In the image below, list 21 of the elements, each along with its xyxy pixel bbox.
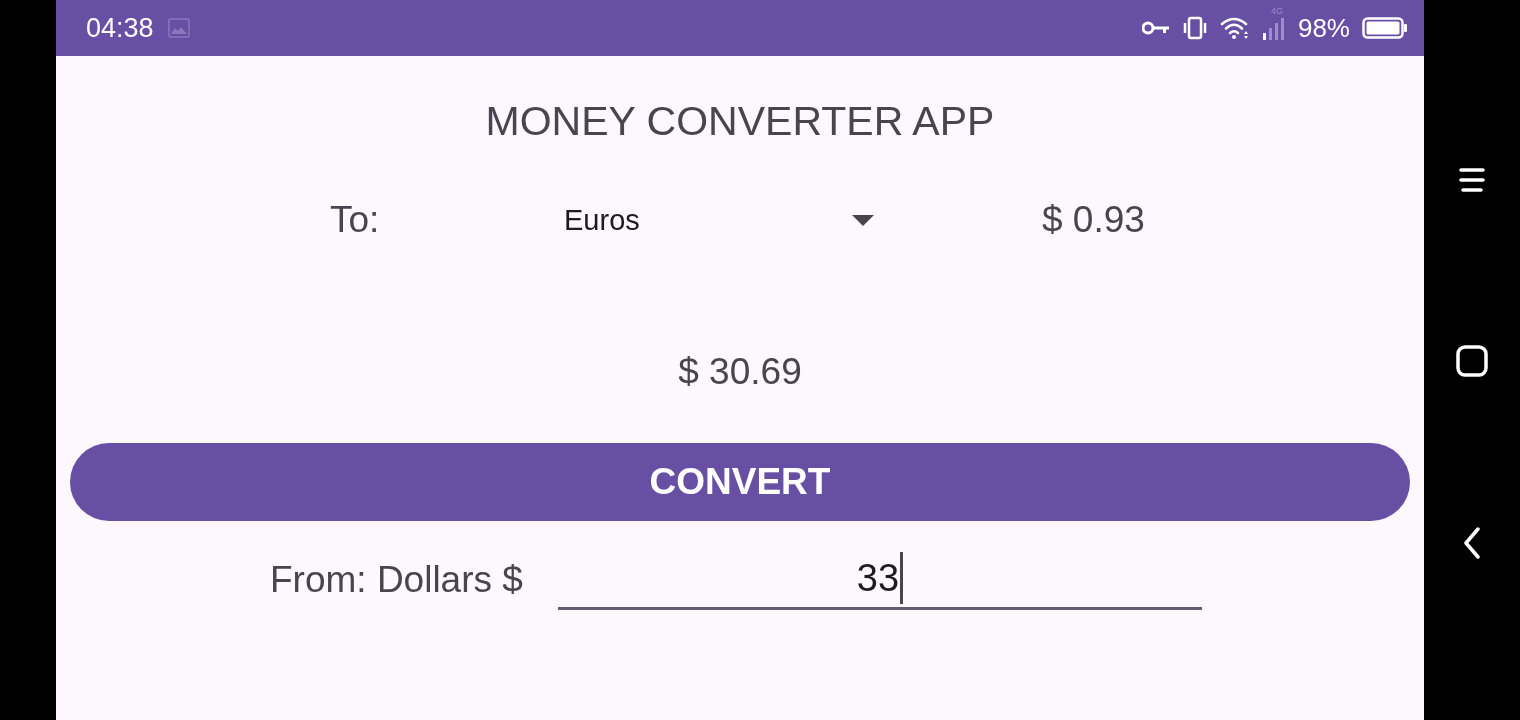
app-title: MONEY CONVERTER APP (484, 98, 996, 144)
signal-icon (1261, 18, 1284, 40)
key-icon (1141, 21, 1170, 35)
image-icon (167, 18, 190, 38)
convert-button[interactable]: CONVERT (70, 443, 1410, 521)
exchange-rate: $ 0.93 (1042, 199, 1145, 241)
to-label: To: (330, 199, 381, 241)
converted-amount: $ 30.69 (677, 350, 803, 394)
back-icon[interactable] (1463, 527, 1481, 559)
text-cursor (900, 552, 904, 604)
amount-field[interactable]: 33 (558, 549, 1202, 610)
vibrate-icon (1181, 16, 1208, 40)
home-square-icon[interactable] (1456, 345, 1488, 377)
currency-dropdown[interactable]: Euros (564, 203, 876, 237)
wifi-icon (1219, 16, 1250, 40)
battery-icon (1362, 17, 1408, 39)
battery-percent: 98% (1297, 12, 1350, 44)
menu-icon[interactable] (1458, 167, 1486, 193)
from-label: From: Dollars $ (270, 558, 524, 601)
caret-icon (852, 214, 874, 226)
clock-time: 04:38 (86, 12, 154, 44)
